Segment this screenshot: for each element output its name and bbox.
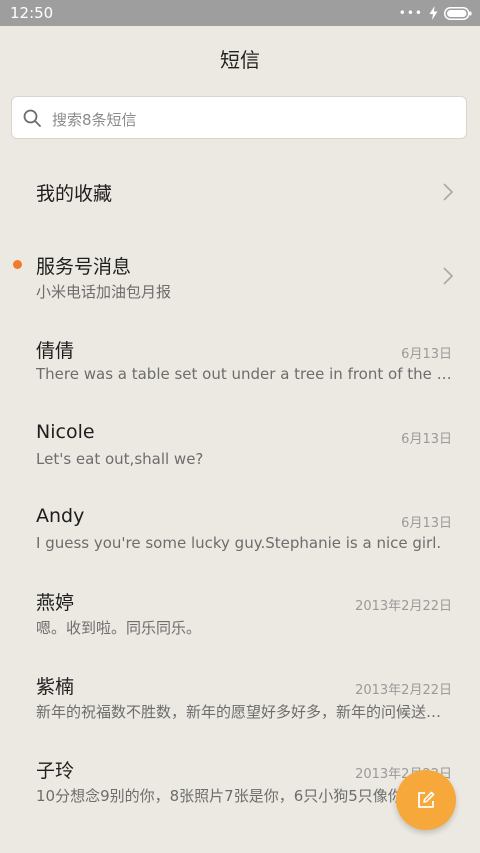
conversation-date: 2013年2月22日 (355, 599, 452, 614)
unread-dot (13, 260, 22, 269)
conversation-date: 6月13日 (401, 432, 452, 447)
conversation-preview: 新年的祝福数不胜数，新年的愿望好多好多，新年的问候送给你 (36, 703, 452, 721)
favorites-item[interactable]: 我的收藏 (0, 160, 480, 224)
service-messages-label: 服务号消息 (36, 256, 132, 278)
conversation-date: 2013年2月22日 (355, 683, 452, 698)
conversation-preview: 嗯。收到啦。同乐同乐。 (36, 619, 202, 637)
service-messages-subtitle: 小米电话加油包月报 (36, 283, 172, 301)
chevron-right-icon (443, 267, 454, 285)
conversation-preview: 10分想念9别的你，8张照片7张是你，6只小狗5只像你 (36, 787, 403, 805)
search-input[interactable]: 搜索8条短信 (11, 96, 467, 139)
conversation-item[interactable]: 燕婷 2013年2月22日 嗯。收到啦。同乐同乐。 (0, 578, 480, 654)
messages-screen: 12:50 ••• 短信 搜索8条短信 我的收藏 服务号消息 小米电话加油包月报… (0, 0, 480, 853)
search-icon (23, 109, 41, 127)
conversation-name: 紫楠 (36, 676, 75, 698)
status-bar: 12:50 ••• (0, 0, 480, 26)
chevron-right-icon (443, 183, 454, 201)
charging-bolt-icon (429, 6, 438, 20)
conversation-item[interactable]: 紫楠 2013年2月22日 新年的祝福数不胜数，新年的愿望好多好多，新年的问候送… (0, 662, 480, 738)
conversation-name: Andy (36, 505, 85, 527)
status-icons: ••• (399, 5, 472, 21)
battery-icon (444, 6, 472, 20)
conversation-preview: There was a table set out under a tree i… (36, 365, 452, 383)
conversation-item[interactable]: 倩倩 6月13日 There was a table set out under… (0, 326, 480, 402)
conversation-item[interactable]: Nicole 6月13日 Let's eat out,shall we? (0, 411, 480, 487)
conversation-item[interactable]: Andy 6月13日 I guess you're some lucky guy… (0, 495, 480, 571)
conversation-name: 燕婷 (36, 592, 75, 614)
favorites-label: 我的收藏 (36, 183, 113, 205)
conversation-preview: Let's eat out,shall we? (36, 450, 204, 468)
conversation-date: 6月13日 (401, 347, 452, 362)
conversation-name: Nicole (36, 421, 95, 443)
search-placeholder: 搜索8条短信 (52, 111, 137, 129)
conversation-name: 倩倩 (36, 340, 75, 362)
compose-icon (418, 791, 435, 808)
conversation-name: 子玲 (36, 760, 75, 782)
compose-button[interactable] (396, 770, 456, 830)
status-time: 12:50 (10, 4, 54, 22)
conversation-preview: I guess you're some lucky guy.Stephanie … (36, 534, 442, 552)
service-messages-item[interactable]: 服务号消息 小米电话加油包月报 (0, 240, 480, 310)
page-title: 短信 (220, 48, 260, 72)
more-dots-icon: ••• (398, 6, 423, 20)
conversation-date: 6月13日 (401, 516, 452, 531)
